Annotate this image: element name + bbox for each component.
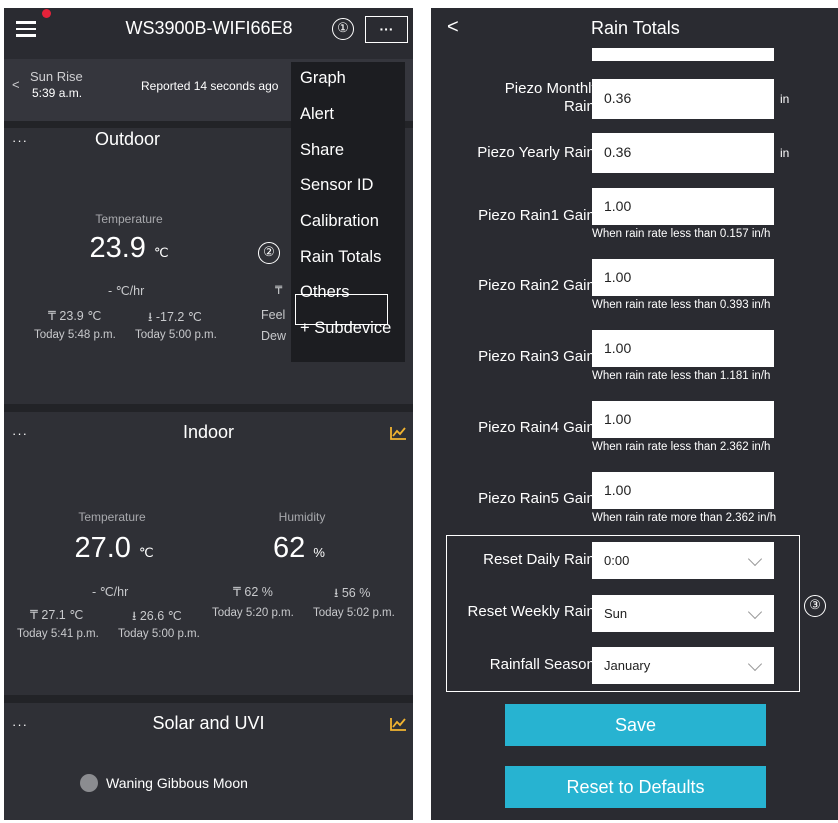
annotation-1: ① — [332, 18, 354, 40]
indoor-temperature-high-time: Today 5:41 p.m. — [17, 628, 99, 640]
outdoor-high: ₸ 23.9 ℃ — [48, 309, 102, 323]
reset-daily-rain-select[interactable]: 0:00 — [592, 542, 774, 579]
field-label: Rainfall Season: — [489, 656, 599, 673]
piezo-yearly-rain-input[interactable]: 0.36 — [592, 133, 774, 173]
indoor-humidity-high-time: Today 5:20 p.m. — [212, 607, 294, 619]
indoor-humidity-low-time: Today 5:02 p.m. — [313, 607, 395, 619]
select-value: 0:00 — [604, 553, 630, 568]
chevron-down-icon — [747, 551, 763, 567]
menu-item-subdevice[interactable]: + Subdevice — [300, 319, 391, 338]
outdoor-partial-high: ₸ — [275, 285, 283, 297]
indoor-humidity-label: Humidity — [278, 510, 326, 524]
hamburger-menu-icon[interactable] — [16, 21, 36, 37]
unit-label: in — [780, 146, 790, 160]
sun-rise-time: 5:39 a.m. — [32, 86, 83, 100]
field-label: Piezo Rain5 Gain: — [478, 490, 599, 507]
sun-rise-label: Sun Rise — [30, 69, 83, 84]
top-bar: WS3900B-WIFI66E8 ① ··· — [4, 8, 413, 50]
outdoor-high-time: Today 5:48 p.m. — [34, 329, 116, 341]
gain-note: When rain rate less than 0.157 in/h — [592, 228, 771, 240]
field-label: Piezo Rain2 Gain: — [478, 277, 599, 294]
menu-item-graph[interactable]: Graph — [300, 69, 346, 88]
gain-note: When rain rate less than 0.393 in/h — [592, 299, 771, 311]
indoor-temperature-value: 27.0 ℃ — [74, 532, 154, 564]
options-menu: Graph Alert Share Sensor ID Calibration … — [291, 62, 405, 362]
partial-input — [592, 48, 774, 61]
select-value: Sun — [604, 606, 628, 621]
moon-icon — [80, 774, 98, 792]
reset-to-defaults-button[interactable]: Reset to Defaults — [505, 766, 766, 808]
piezo-monthly-rain-input[interactable]: 0.36 — [592, 79, 774, 119]
piezo-rain4-gain-input[interactable]: 1.00 — [592, 401, 774, 438]
annotation-2: ② — [258, 242, 280, 264]
indoor-humidity-value: 62 % — [273, 532, 325, 564]
outdoor-feels-like-label: Feel — [261, 308, 286, 322]
menu-item-share[interactable]: Share — [300, 141, 344, 160]
divider — [4, 404, 413, 412]
menu-item-others[interactable]: Others — [300, 283, 350, 302]
moon-phase-label: Waning Gibbous Moon — [106, 775, 248, 791]
field-label: Reset Daily Rain: — [483, 551, 599, 568]
menu-item-alert[interactable]: Alert — [300, 105, 334, 124]
outdoor-temperature-value: 23.9 ℃ — [89, 232, 169, 264]
field-label: Reset Weekly Rain: — [467, 603, 599, 620]
indoor-temperature-high: ₸ 27.1 ℃ — [30, 608, 84, 622]
outdoor-low-time: Today 5:00 p.m. — [135, 329, 217, 341]
outdoor-low: ⭳ -17.2 ℃ — [148, 310, 202, 324]
more-options-button[interactable]: ··· — [365, 16, 408, 43]
solar-graph-icon[interactable] — [390, 717, 407, 731]
rainfall-season-select[interactable]: January — [592, 647, 774, 684]
indoor-temperature-low: ⭳ 26.6 ℃ — [132, 609, 182, 623]
field-label: Piezo Rain4 Gain: — [478, 419, 599, 436]
reported-time: Reported 14 seconds ago — [141, 79, 279, 93]
indoor-humidity-low: ⭳ 56 % — [334, 586, 371, 600]
menu-item-calibration[interactable]: Calibration — [300, 212, 379, 231]
indoor-temperature-label: Temperature — [78, 510, 146, 524]
indoor-temperature-low-time: Today 5:00 p.m. — [118, 628, 200, 640]
chevron-down-icon — [747, 656, 763, 672]
field-label: Piezo Monthly Rain: — [504, 80, 599, 115]
indoor-humidity-high: ₸ 62 % — [233, 585, 273, 599]
indoor-title: Indoor — [182, 422, 235, 442]
outdoor-temperature-label: Temperature — [95, 212, 163, 226]
indoor-graph-icon[interactable] — [390, 426, 407, 440]
piezo-rain2-gain-input[interactable]: 1.00 — [592, 259, 774, 296]
outdoor-title: Outdoor — [94, 129, 161, 149]
gain-note: When rain rate less than 1.181 in/h — [592, 370, 771, 382]
unit-label: in — [780, 92, 790, 106]
rain-totals-screen: < Rain Totals Piezo Monthly Rain: 0.36 i… — [431, 8, 838, 820]
field-label: Piezo Rain1 Gain: — [478, 207, 599, 224]
outdoor-dew-point-label: Dew — [261, 329, 287, 343]
indoor-card[interactable]: ··· Indoor Temperature 27.0 ℃ Humidity 6… — [4, 412, 413, 695]
divider — [4, 695, 413, 703]
more-icon: ··· — [379, 21, 394, 37]
previous-arrow-icon[interactable]: < — [12, 77, 20, 92]
page-title: Rain Totals — [591, 18, 680, 38]
station-title: WS3900B-WIFI66E8 — [125, 18, 293, 38]
piezo-rain1-gain-input[interactable]: 1.00 — [592, 188, 774, 225]
select-value: January — [604, 658, 651, 673]
notification-dot — [42, 9, 51, 18]
station-dashboard-screen: WS3900B-WIFI66E8 ① ··· < Sun Rise 5:39 a… — [4, 8, 413, 820]
menu-item-sensor-id[interactable]: Sensor ID — [300, 176, 373, 195]
field-label: Piezo Yearly Rain: — [477, 144, 599, 161]
back-arrow-icon[interactable]: < — [447, 16, 459, 39]
save-button[interactable]: Save — [505, 704, 766, 746]
outdoor-temperature-rate: - ℃/hr — [108, 284, 145, 298]
reset-weekly-rain-select[interactable]: Sun — [592, 595, 774, 632]
gain-note: When rain rate more than 2.362 in/h — [592, 512, 777, 524]
gain-note: When rain rate less than 2.362 in/h — [592, 441, 771, 453]
piezo-rain3-gain-input[interactable]: 1.00 — [592, 330, 774, 367]
menu-item-rain-totals[interactable]: Rain Totals — [300, 248, 381, 267]
field-label: Piezo Rain3 Gain: — [478, 348, 599, 365]
piezo-rain5-gain-input[interactable]: 1.00 — [592, 472, 774, 509]
annotation-3: ③ — [804, 595, 826, 617]
indoor-temperature-rate: - ℃/hr — [92, 585, 129, 599]
solar-uvi-card[interactable]: ··· Solar and UVI Waning Gibbous Moon — [4, 703, 413, 820]
solar-title: Solar and UVI — [152, 713, 265, 733]
chevron-down-icon — [747, 604, 763, 620]
